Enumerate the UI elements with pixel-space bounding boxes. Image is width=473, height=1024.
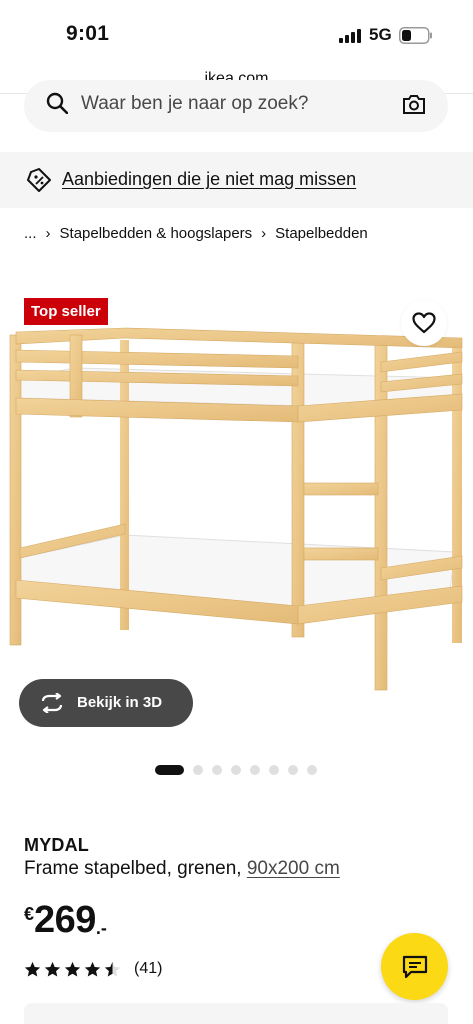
network-label: 5G bbox=[369, 25, 392, 44]
carousel-dot[interactable] bbox=[212, 765, 222, 775]
promo-link[interactable]: Aanbiedingen die je niet mag missen bbox=[62, 169, 356, 190]
carousel-dot[interactable] bbox=[269, 765, 279, 775]
chat-button[interactable] bbox=[381, 933, 448, 1000]
price-suffix: .- bbox=[95, 918, 107, 938]
status-bar: 9:01 5G bbox=[0, 0, 473, 64]
rotate-3d-icon bbox=[41, 693, 63, 713]
bottom-card[interactable] bbox=[24, 1003, 448, 1024]
product-name: MYDAL bbox=[24, 835, 89, 855]
view-3d-button[interactable]: Bekijk in 3D bbox=[19, 679, 193, 727]
search-box[interactable] bbox=[24, 80, 448, 132]
carousel-dot[interactable] bbox=[193, 765, 203, 775]
view-3d-label: Bekijk in 3D bbox=[77, 694, 163, 711]
breadcrumb-item-bunkbeds[interactable]: Stapelbedden bbox=[275, 225, 368, 242]
product-rating[interactable]: (41) bbox=[24, 960, 162, 978]
price-amount: 269 bbox=[34, 899, 96, 941]
camera-icon[interactable] bbox=[402, 93, 426, 115]
carousel-dot-active[interactable] bbox=[155, 765, 184, 775]
image-carousel-indicator bbox=[155, 765, 326, 775]
half-star-icon bbox=[104, 961, 121, 977]
signal-icon bbox=[339, 29, 361, 43]
star-icon bbox=[44, 961, 61, 977]
rating-count[interactable]: (41) bbox=[134, 960, 162, 978]
carousel-dot[interactable] bbox=[307, 765, 317, 775]
star-icon bbox=[84, 961, 101, 977]
heart-icon bbox=[412, 312, 436, 334]
carousel-dot[interactable] bbox=[250, 765, 260, 775]
search-input[interactable] bbox=[81, 90, 381, 118]
tag-icon bbox=[27, 168, 51, 192]
status-time: 9:01 bbox=[66, 22, 110, 45]
breadcrumb-item-bunkbeds-lofts[interactable]: Stapelbedden & hoogslapers bbox=[60, 225, 253, 242]
breadcrumb: ... › Stapelbedden & hoogslapers › Stape… bbox=[24, 225, 368, 242]
carousel-dot[interactable] bbox=[288, 765, 298, 775]
product-size-link[interactable]: 90x200 cm bbox=[247, 858, 340, 879]
breadcrumb-ellipsis[interactable]: ... bbox=[24, 225, 37, 242]
price-currency: € bbox=[24, 904, 35, 924]
chat-icon bbox=[402, 955, 428, 979]
product-description-text: Frame stapelbed, grenen, bbox=[24, 858, 242, 879]
favorite-button[interactable] bbox=[401, 300, 447, 346]
battery-icon bbox=[399, 27, 432, 44]
search-icon[interactable] bbox=[46, 92, 68, 114]
star-icon bbox=[24, 961, 41, 977]
promo-bar[interactable]: Aanbiedingen die je niet mag missen bbox=[0, 152, 473, 208]
product-description: Frame stapelbed, grenen, 90x200 cm bbox=[24, 858, 340, 880]
star-icon bbox=[64, 961, 81, 977]
top-seller-badge: Top seller bbox=[24, 298, 108, 325]
breadcrumb-separator: › bbox=[261, 225, 267, 242]
product-price: € 269 .- bbox=[24, 898, 107, 942]
carousel-dot[interactable] bbox=[231, 765, 241, 775]
breadcrumb-separator: › bbox=[45, 225, 51, 242]
